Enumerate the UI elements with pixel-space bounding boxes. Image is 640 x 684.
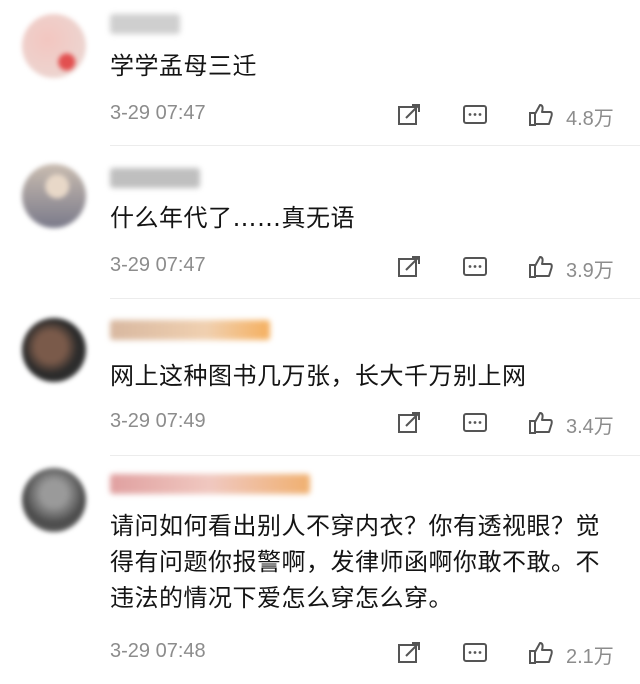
thumbs-up-icon[interactable] (528, 102, 554, 128)
thumbs-up-icon[interactable] (528, 410, 554, 436)
username-blurred[interactable] (110, 474, 310, 494)
comment-text: 什么年代了……真无语 (110, 204, 355, 232)
comment-meta: 3-29 07:48 2.1万 (110, 638, 620, 668)
comment-text: 请问如何看出别人不穿内衣？你有透视眼？觉得有问题你报警啊，发律师函啊你敢不敢。不… (110, 512, 600, 612)
comment-meta: 3-29 07:49 3.4万 (110, 408, 620, 438)
comment-time: 3-29 07:49 (110, 410, 206, 432)
divider (110, 145, 640, 146)
divider (110, 298, 640, 299)
comment-time: 3-29 07:47 (110, 102, 206, 124)
like-count: 2.1万 (566, 646, 614, 668)
username-blurred[interactable] (110, 320, 270, 340)
username-blurred[interactable] (110, 168, 200, 188)
like-count: 3.4万 (566, 416, 614, 438)
thumbs-up-icon[interactable] (528, 254, 554, 280)
repost-icon[interactable] (396, 102, 422, 128)
repost-icon[interactable] (396, 410, 422, 436)
divider (110, 455, 640, 456)
comment-meta: 3-29 07:47 3.9万 (110, 252, 620, 282)
thumbs-up-icon[interactable] (528, 640, 554, 666)
comment-icon[interactable] (462, 102, 488, 128)
avatar[interactable] (22, 318, 86, 382)
avatar[interactable] (22, 468, 86, 532)
comment-icon[interactable] (462, 640, 488, 666)
avatar[interactable] (22, 14, 86, 78)
comment-text: 学学孟母三迁 (110, 52, 257, 80)
comment-icon[interactable] (462, 254, 488, 280)
comment-time: 3-29 07:48 (110, 640, 206, 662)
repost-icon[interactable] (396, 254, 422, 280)
comment-time: 3-29 07:47 (110, 254, 206, 276)
comment-text: 网上这种图书几万张，长大千万别上网 (110, 362, 527, 390)
username-blurred[interactable] (110, 14, 180, 34)
repost-icon[interactable] (396, 640, 422, 666)
like-count: 4.8万 (566, 108, 614, 130)
avatar[interactable] (22, 164, 86, 228)
like-count: 3.9万 (566, 260, 614, 282)
comment-meta: 3-29 07:47 4.8万 (110, 100, 620, 130)
comment-icon[interactable] (462, 410, 488, 436)
